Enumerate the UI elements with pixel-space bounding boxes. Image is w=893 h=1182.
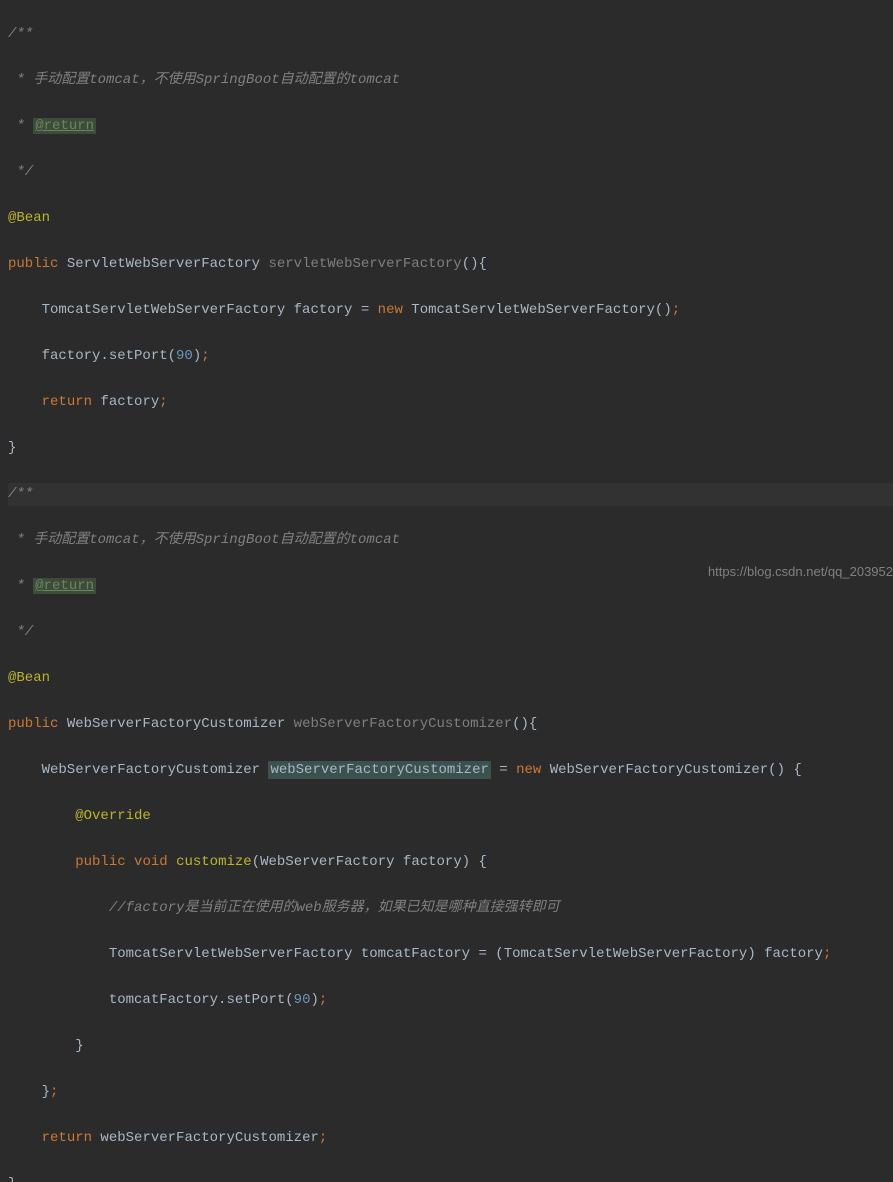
method-name: servletWebServerFactory bbox=[268, 256, 461, 272]
annotation-bean: @Bean bbox=[8, 210, 50, 226]
semicolon: ; bbox=[201, 348, 209, 364]
code-text: tomcatFactory.setPort( bbox=[109, 992, 294, 1008]
semicolon: ; bbox=[319, 992, 327, 1008]
brace-close: } bbox=[8, 1176, 16, 1182]
code-text: WebServerFactoryCustomizer bbox=[8, 762, 268, 778]
return-type: WebServerFactoryCustomizer bbox=[58, 716, 293, 732]
keyword-public: public bbox=[8, 716, 58, 732]
code-text: ) bbox=[193, 348, 201, 364]
brace-close: } bbox=[8, 1038, 84, 1054]
doc-tag-return: @return bbox=[33, 578, 96, 594]
comment: * 手动配置tomcat，不使用SpringBoot自动配置的tomcat bbox=[8, 532, 400, 548]
padding bbox=[8, 946, 109, 962]
keyword-void: void bbox=[126, 854, 176, 870]
brace-close: } bbox=[8, 440, 16, 456]
comment: * 手动配置tomcat，不使用SpringBoot自动配置的tomcat bbox=[8, 72, 400, 88]
code-text: factory.setPort( bbox=[8, 348, 176, 364]
code-text: TomcatServletWebServerFactory factory = bbox=[8, 302, 378, 318]
comment: */ bbox=[8, 624, 33, 640]
code-text: TomcatServletWebServerFactory() bbox=[403, 302, 672, 318]
signature: (){ bbox=[462, 256, 487, 272]
padding bbox=[8, 992, 109, 1008]
doc-tag-return: @return bbox=[33, 118, 96, 134]
brace-close: } bbox=[8, 1084, 50, 1100]
keyword-new: new bbox=[378, 302, 403, 318]
padding bbox=[8, 808, 75, 824]
comment: /** bbox=[8, 486, 33, 502]
keyword-public: public bbox=[8, 256, 58, 272]
padding bbox=[8, 1130, 42, 1146]
return-type: ServletWebServerFactory bbox=[58, 256, 268, 272]
keyword-return: return bbox=[42, 1130, 92, 1146]
code-text: webServerFactoryCustomizer bbox=[92, 1130, 319, 1146]
signature: (WebServerFactory factory) { bbox=[252, 854, 487, 870]
comment-line: //factory是当前正在使用的web服务器，如果已知是哪种直接强转即可 bbox=[109, 900, 560, 916]
code-text: WebServerFactoryCustomizer() { bbox=[541, 762, 801, 778]
code-editor[interactable]: /** * 手动配置tomcat，不使用SpringBoot自动配置的tomca… bbox=[0, 0, 893, 1182]
number-literal: 90 bbox=[294, 992, 311, 1008]
code-text: = bbox=[491, 762, 516, 778]
watermark-text: https://blog.csdn.net/qq_203952 bbox=[708, 560, 893, 583]
code-text: factory bbox=[92, 394, 159, 410]
annotation-override: @Override bbox=[75, 808, 151, 824]
keyword-public: public bbox=[75, 854, 125, 870]
variable-highlight: webServerFactoryCustomizer bbox=[268, 761, 490, 779]
semicolon: ; bbox=[672, 302, 680, 318]
comment: * bbox=[8, 118, 33, 134]
method-name: webServerFactoryCustomizer bbox=[294, 716, 512, 732]
number-literal: 90 bbox=[176, 348, 193, 364]
code-text: TomcatServletWebServerFactory tomcatFact… bbox=[109, 946, 823, 962]
semicolon: ; bbox=[319, 1130, 327, 1146]
keyword-return: return bbox=[42, 394, 92, 410]
signature: (){ bbox=[512, 716, 537, 732]
comment: /** bbox=[8, 26, 33, 42]
annotation-bean: @Bean bbox=[8, 670, 50, 686]
semicolon: ; bbox=[159, 394, 167, 410]
semicolon: ; bbox=[50, 1084, 58, 1100]
comment: * bbox=[8, 578, 33, 594]
keyword-new: new bbox=[516, 762, 541, 778]
padding bbox=[8, 900, 109, 916]
method-name: customize bbox=[176, 854, 252, 870]
semicolon: ; bbox=[823, 946, 831, 962]
code-text: ) bbox=[310, 992, 318, 1008]
comment: */ bbox=[8, 164, 33, 180]
